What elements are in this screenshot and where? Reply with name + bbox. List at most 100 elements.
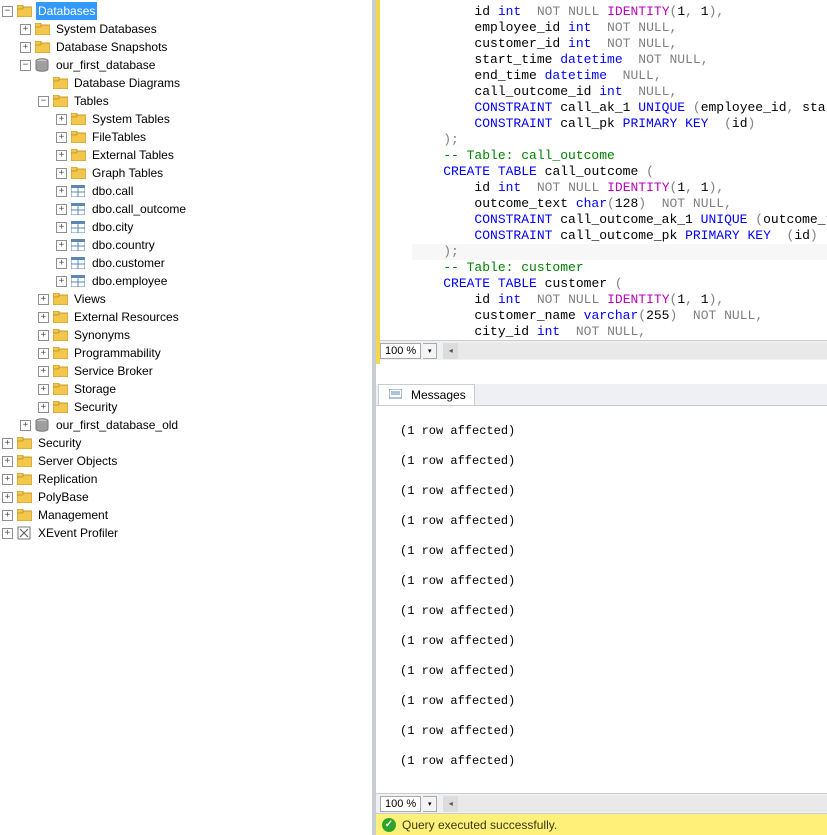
tree-node-synonyms[interactable]: +Synonyms xyxy=(2,326,372,344)
expand-icon[interactable]: + xyxy=(56,222,67,233)
collapse-icon[interactable]: − xyxy=(2,6,13,17)
tree-label: Views xyxy=(72,290,108,308)
tree-node-our-first-database[interactable]: − our_first_database xyxy=(2,56,372,74)
tree-node-system-databases[interactable]: + System Databases xyxy=(2,20,372,38)
tree-node-tables[interactable]: − Tables xyxy=(2,92,372,110)
tree-node-polybase[interactable]: +PolyBase xyxy=(2,488,372,506)
table-icon xyxy=(70,274,86,288)
expand-icon[interactable]: + xyxy=(56,276,67,287)
table-icon xyxy=(70,184,86,198)
tree-node-dbo-employee[interactable]: +dbo.employee xyxy=(2,272,372,290)
expand-icon[interactable]: + xyxy=(56,150,67,161)
tree-node-replication[interactable]: + Replication xyxy=(2,470,372,488)
horizontal-scrollbar[interactable]: ◂ xyxy=(443,796,827,812)
zoom-dropdown-button[interactable]: ▾ xyxy=(423,796,437,812)
object-explorer-pane[interactable]: − Databases + System Databases + Databas… xyxy=(0,0,376,835)
status-text: Query executed successfully. xyxy=(402,818,557,832)
tree-label: Storage xyxy=(72,380,118,398)
change-margin xyxy=(376,0,380,364)
table-icon xyxy=(70,220,86,234)
tree-node-security-db[interactable]: +Security xyxy=(2,398,372,416)
expand-icon[interactable]: + xyxy=(20,42,31,53)
tree-node-service-broker[interactable]: +Service Broker xyxy=(2,362,372,380)
expand-icon[interactable]: + xyxy=(56,186,67,197)
collapse-icon[interactable]: − xyxy=(20,60,31,71)
folder-icon xyxy=(52,400,68,414)
expand-icon[interactable]: + xyxy=(38,348,49,359)
horizontal-scrollbar[interactable]: ◂ xyxy=(443,343,827,359)
tree-node-dbo-call[interactable]: +dbo.call xyxy=(2,182,372,200)
expand-icon[interactable]: + xyxy=(2,510,13,521)
scroll-left-button[interactable]: ◂ xyxy=(443,343,458,359)
expand-icon[interactable]: + xyxy=(2,456,13,467)
tree-node-storage[interactable]: + Storage xyxy=(2,380,372,398)
sql-editor[interactable]: id int NOT NULL IDENTITY(1, 1), employee… xyxy=(376,0,827,384)
tab-messages[interactable]: Messages xyxy=(378,384,475,405)
tree-node-server-objects[interactable]: +Server Objects xyxy=(2,452,372,470)
expand-icon[interactable]: + xyxy=(56,132,67,143)
folder-icon xyxy=(16,4,32,18)
folder-icon xyxy=(16,472,32,486)
tree-label: our_first_database_old xyxy=(54,416,180,434)
tree-node-system-tables[interactable]: + System Tables xyxy=(2,110,372,128)
tree-label: Tables xyxy=(72,92,111,110)
tree-node-database-diagrams[interactable]: Database Diagrams xyxy=(2,74,372,92)
expand-icon[interactable]: + xyxy=(56,114,67,125)
tree-label: our_first_database xyxy=(54,56,157,74)
tree-node-programmability[interactable]: +Programmability xyxy=(2,344,372,362)
tree-label: System Tables xyxy=(90,110,172,128)
tree-node-xevent-profiler[interactable]: + XEvent Profiler xyxy=(2,524,372,542)
zoom-level-messages[interactable]: 100 % xyxy=(380,796,421,812)
expand-icon[interactable]: + xyxy=(20,420,31,431)
folder-icon xyxy=(16,508,32,522)
tree-node-file-tables[interactable]: +FileTables xyxy=(2,128,372,146)
expand-icon[interactable]: + xyxy=(56,258,67,269)
zoom-level[interactable]: 100 % xyxy=(380,343,421,359)
tree-label: XEvent Profiler xyxy=(36,524,120,542)
collapse-icon[interactable]: − xyxy=(38,96,49,107)
expand-icon[interactable]: + xyxy=(38,294,49,305)
tree-node-databases[interactable]: − Databases xyxy=(2,2,372,20)
tree-label: dbo.country xyxy=(90,236,157,254)
tree-node-dbo-city[interactable]: +dbo.city xyxy=(2,218,372,236)
tree-node-database-snapshots[interactable]: + Database Snapshots xyxy=(2,38,372,56)
expand-icon[interactable]: + xyxy=(56,168,67,179)
tree-node-management[interactable]: +Management xyxy=(2,506,372,524)
tree-node-external-resources[interactable]: + External Resources xyxy=(2,308,372,326)
scroll-left-button[interactable]: ◂ xyxy=(443,796,458,812)
messages-output[interactable]: (1 row affected)(1 row affected)(1 row a… xyxy=(376,406,827,793)
expand-icon[interactable]: + xyxy=(2,492,13,503)
success-icon: ✓ xyxy=(382,818,396,832)
tree-node-dbo-call-outcome[interactable]: +dbo.call_outcome xyxy=(2,200,372,218)
tree-node-graph-tables[interactable]: +Graph Tables xyxy=(2,164,372,182)
expand-icon[interactable]: + xyxy=(2,438,13,449)
tree-label: System Databases xyxy=(54,20,159,38)
table-icon xyxy=(70,256,86,270)
expand-icon[interactable]: + xyxy=(38,312,49,323)
tree-node-views[interactable]: + Views xyxy=(2,290,372,308)
expand-icon[interactable]: + xyxy=(56,204,67,215)
expand-icon[interactable]: + xyxy=(38,330,49,341)
tree-label: Replication xyxy=(36,470,99,488)
tree-node-dbo-country[interactable]: + dbo.country xyxy=(2,236,372,254)
folder-icon xyxy=(52,382,68,396)
folder-icon xyxy=(34,22,50,36)
zoom-dropdown-button[interactable]: ▾ xyxy=(423,343,437,359)
tree-node-dbo-customer[interactable]: +dbo.customer xyxy=(2,254,372,272)
expand-icon[interactable]: + xyxy=(56,240,67,251)
tree-label: External Resources xyxy=(72,308,181,326)
expand-icon[interactable]: + xyxy=(20,24,31,35)
expand-icon[interactable]: + xyxy=(38,384,49,395)
tree-node-our-first-database-old[interactable]: + our_first_database_old xyxy=(2,416,372,434)
folder-icon xyxy=(52,328,68,342)
tree-node-security[interactable]: +Security xyxy=(2,434,372,452)
folder-icon xyxy=(70,148,86,162)
expand-icon[interactable]: + xyxy=(38,402,49,413)
expand-icon[interactable]: + xyxy=(2,528,13,539)
folder-icon xyxy=(52,76,68,90)
expand-icon[interactable]: + xyxy=(38,366,49,377)
status-bar: ✓ Query executed successfully. xyxy=(376,813,827,835)
tree-node-external-tables[interactable]: +External Tables xyxy=(2,146,372,164)
xevent-icon xyxy=(16,526,32,540)
expand-icon[interactable]: + xyxy=(2,474,13,485)
